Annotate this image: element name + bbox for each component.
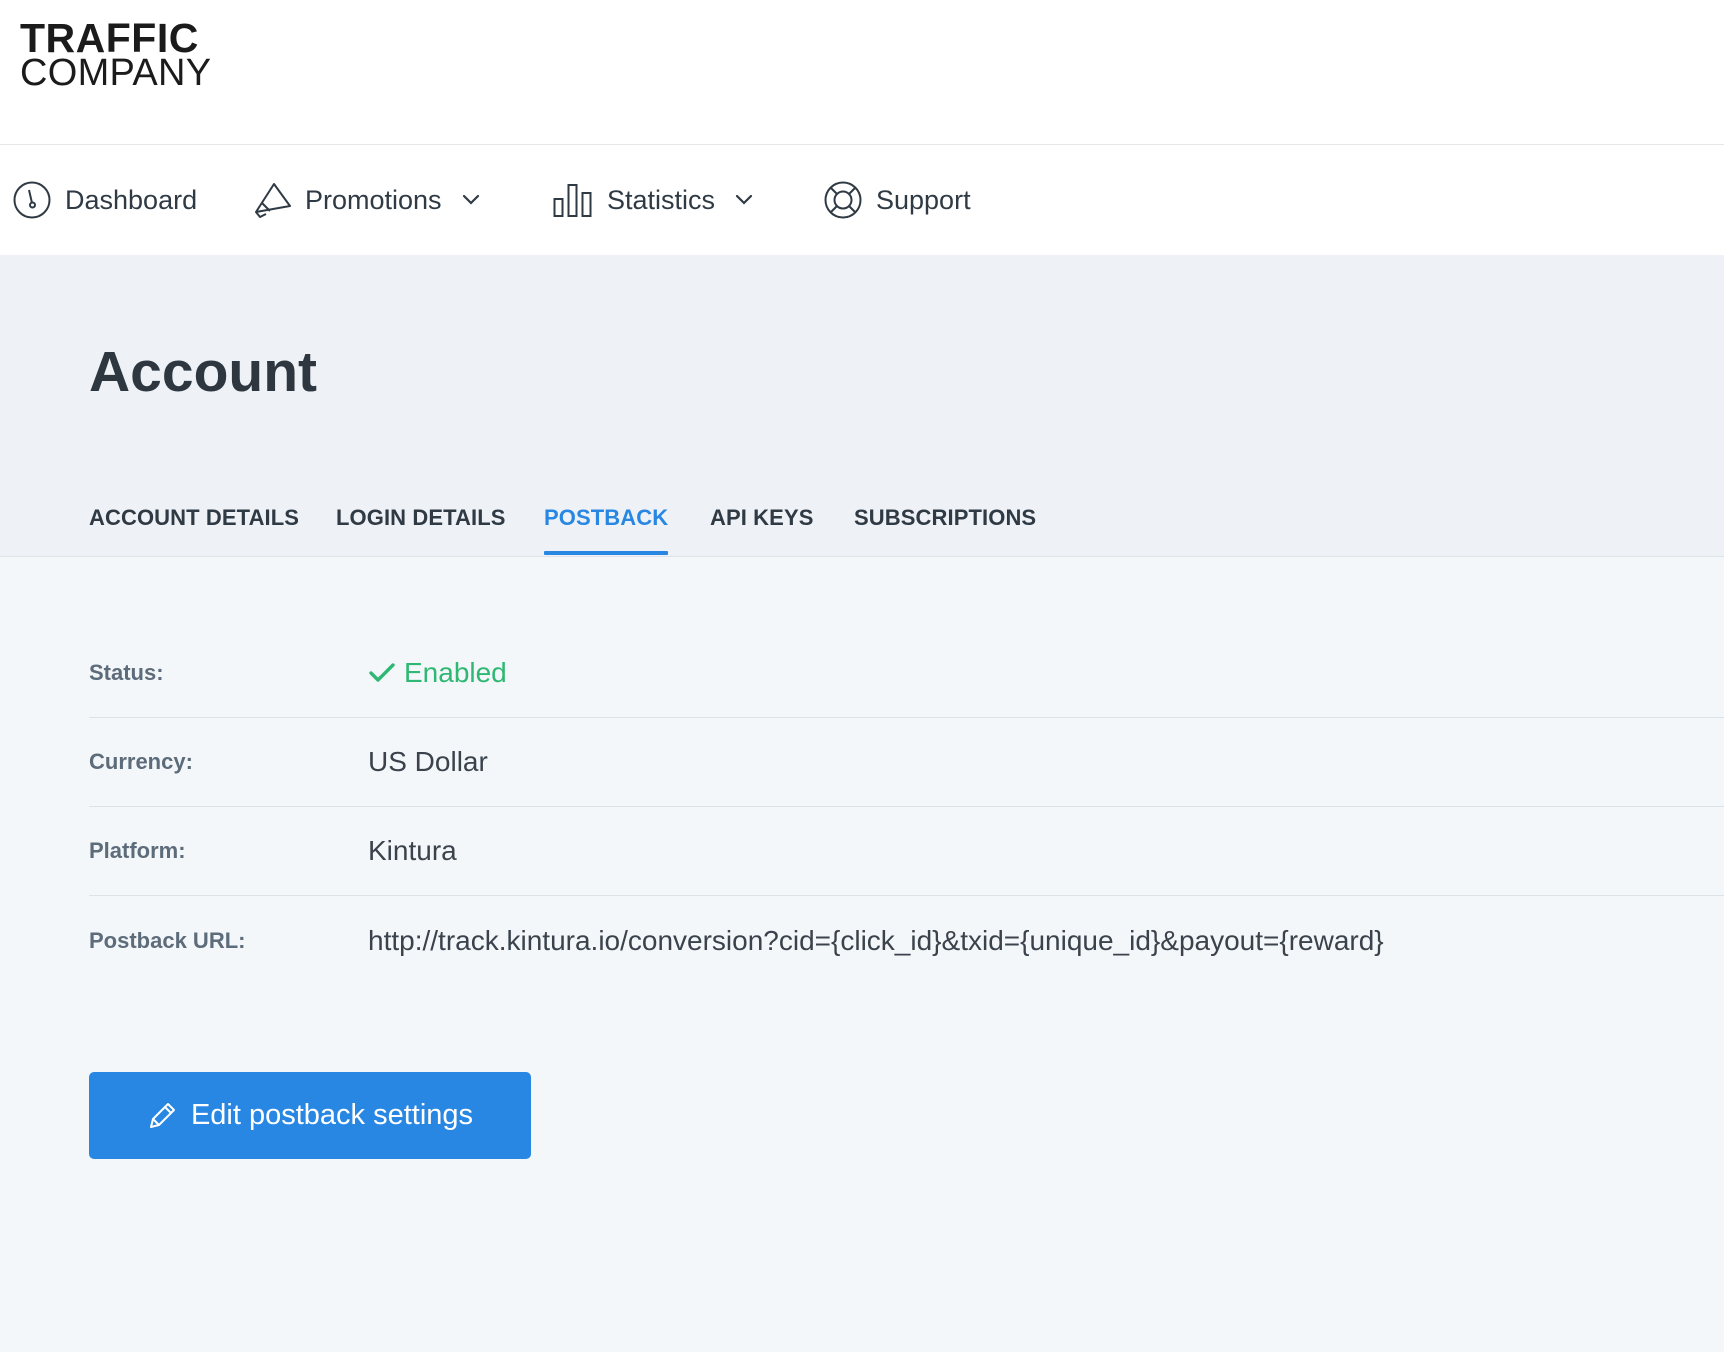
top-header: TRAFFIC COMPANY — [0, 0, 1724, 145]
currency-label: Currency: — [89, 749, 193, 774]
nav-label-support: Support — [876, 184, 971, 215]
postback-url-label: Postback URL: — [89, 927, 246, 953]
detail-row-postback-url: Postback URL: http://track.kintura.io/co… — [89, 896, 1724, 985]
nav-item-dashboard[interactable]: Dashboard — [13, 145, 197, 255]
detail-row-currency: Currency: US Dollar — [89, 718, 1724, 807]
nav-label-dashboard: Dashboard — [65, 184, 198, 215]
status-label: Status: — [89, 660, 164, 685]
lifebuoy-icon — [824, 181, 862, 219]
tab-subscriptions[interactable]: SUBSCRIPTIONS — [854, 505, 1036, 531]
currency-value: US Dollar — [368, 746, 488, 777]
main-nav: Dashboard Promotions Statistics Support — [0, 145, 1724, 255]
status-value-text: Enabled — [404, 657, 507, 688]
tab-login-details[interactable]: LOGIN DETAILS — [336, 505, 506, 531]
pencil-icon — [147, 1101, 177, 1131]
account-header: Account ACCOUNT DETAILS LOGIN DETAILS PO… — [0, 255, 1724, 557]
edit-postback-settings-label: Edit postback settings — [190, 1099, 474, 1131]
nav-label-statistics: Statistics — [607, 184, 716, 215]
postback-panel: Status: Enabled Currency: US Dollar Plat… — [0, 557, 1724, 1352]
brand-logo[interactable]: TRAFFIC COMPANY — [20, 18, 212, 94]
chevron-down-icon — [735, 194, 753, 206]
page-title: Account — [89, 340, 317, 404]
nav-item-support[interactable]: Support — [824, 145, 971, 255]
chevron-down-icon — [462, 194, 480, 206]
gauge-icon — [13, 181, 51, 219]
edit-postback-settings-button[interactable]: Edit postback settings — [89, 1072, 531, 1159]
tab-postback[interactable]: POSTBACK — [544, 505, 669, 555]
detail-row-status: Status: Enabled — [89, 629, 1724, 718]
nav-item-statistics[interactable]: Statistics — [553, 145, 753, 255]
detail-row-platform: Platform: Kintura — [89, 807, 1724, 896]
brand-logo-line2: COMPANY — [20, 52, 212, 94]
nav-item-promotions[interactable]: Promotions — [253, 145, 480, 255]
tab-account-details[interactable]: ACCOUNT DETAILS — [89, 505, 299, 531]
platform-value: Kintura — [368, 835, 457, 866]
tab-api-keys[interactable]: API KEYS — [710, 505, 814, 531]
platform-label: Platform: — [89, 838, 186, 863]
bar-chart-icon — [553, 183, 593, 217]
checkmark-icon — [369, 663, 395, 682]
postback-url-value: http://track.kintura.io/conversion?cid={… — [368, 924, 1384, 956]
status-value: Enabled — [368, 657, 507, 689]
nav-label-promotions: Promotions — [305, 184, 442, 215]
megaphone-icon — [253, 181, 291, 219]
